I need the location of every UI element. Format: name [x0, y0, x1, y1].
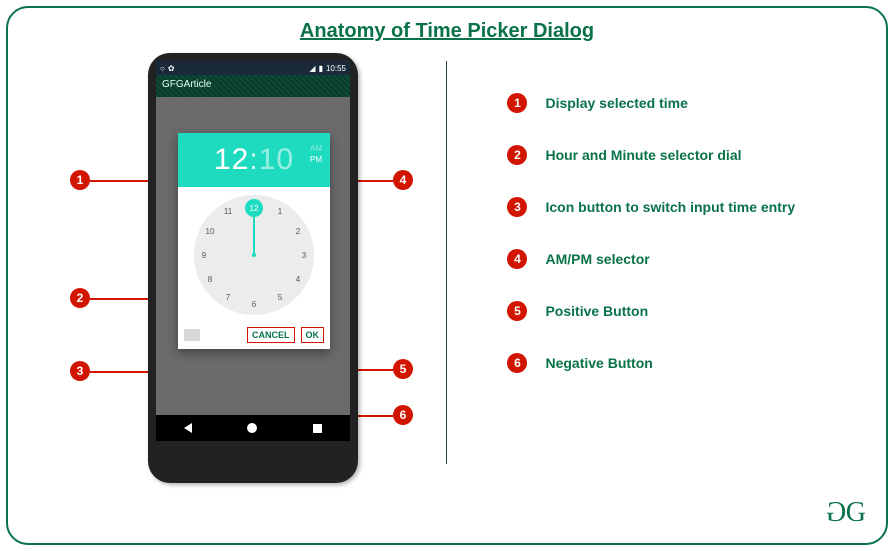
clock-num[interactable]: 1: [274, 207, 286, 216]
diagram-title: Anatomy of Time Picker Dialog: [28, 20, 866, 43]
app-title: GFGArticle: [162, 79, 211, 90]
clock-num[interactable]: 6: [248, 300, 260, 309]
keyboard-icon[interactable]: [184, 329, 200, 341]
left-panel: 1 2 3 4 5 6 ○ ✿: [28, 53, 446, 524]
ampm-selector[interactable]: AM PM: [310, 143, 322, 165]
legend-row-6: 6 Negative Button: [507, 353, 866, 373]
callout-bubble-4: 4: [393, 170, 413, 190]
pm-option[interactable]: PM: [310, 154, 322, 165]
legend-row-5: 5 Positive Button: [507, 301, 866, 321]
cancel-button[interactable]: CANCEL: [247, 327, 295, 343]
clock-num[interactable]: 4: [292, 275, 304, 284]
ok-button[interactable]: OK: [301, 327, 325, 343]
time-display-header[interactable]: 12:10 AM PM: [178, 133, 330, 187]
clock-num[interactable]: 11: [222, 207, 234, 216]
phone-frame: ○ ✿ ◢ ▮ 10:55 GFGArticle: [148, 53, 358, 483]
status-dot-icon: ○: [160, 64, 165, 73]
dialog-actions: CANCEL OK: [178, 323, 330, 349]
phone-screen: ○ ✿ ◢ ▮ 10:55 GFGArticle: [156, 61, 350, 441]
clock-num[interactable]: 10: [204, 227, 216, 236]
callout-bubble-2: 2: [70, 288, 90, 308]
hour-value[interactable]: 12: [214, 143, 249, 176]
legend-text: Icon button to switch input time entry: [545, 199, 795, 215]
clock-dial-wrap: 12 12 1 2 3 4 5 6 7 8 9: [178, 187, 330, 323]
legend-text: Negative Button: [545, 355, 652, 371]
clock-num[interactable]: 8: [204, 275, 216, 284]
nav-home-icon[interactable]: [247, 423, 257, 433]
clock-center: [252, 253, 256, 257]
diagram-frame: Anatomy of Time Picker Dialog 1 2 3 4 5 …: [6, 6, 888, 545]
status-bar: ○ ✿ ◢ ▮ 10:55: [156, 61, 350, 75]
gfg-logo: GG: [830, 497, 862, 529]
legend-bubble: 1: [507, 93, 527, 113]
app-bar: GFGArticle: [156, 75, 350, 97]
battery-icon: ▮: [319, 64, 323, 73]
clock-num[interactable]: 5: [274, 293, 286, 302]
clock-num[interactable]: 3: [298, 251, 310, 260]
clock-num[interactable]: 2: [292, 227, 304, 236]
legend-bubble: 2: [507, 145, 527, 165]
am-option[interactable]: AM: [310, 143, 322, 154]
clock-num[interactable]: 9: [198, 251, 210, 260]
legend-bubble: 3: [507, 197, 527, 217]
status-gear-icon: ✿: [168, 64, 175, 73]
legend-panel: 1 Display selected time 2 Hour and Minut…: [447, 53, 866, 524]
time-digits[interactable]: 12:10: [214, 143, 294, 177]
signal-icon: ◢: [309, 64, 315, 73]
legend-text: AM/PM selector: [545, 251, 649, 267]
callout-bubble-6: 6: [393, 405, 413, 425]
clock-num[interactable]: 7: [222, 293, 234, 302]
callout-bubble-3: 3: [70, 361, 90, 381]
nav-back-icon[interactable]: [184, 423, 192, 433]
legend-text: Positive Button: [545, 303, 648, 319]
nav-recent-icon[interactable]: [313, 424, 322, 433]
callout-bubble-5: 5: [393, 359, 413, 379]
callout-bubble-1: 1: [70, 170, 90, 190]
legend-bubble: 5: [507, 301, 527, 321]
diagram-content: 1 2 3 4 5 6 ○ ✿: [28, 53, 866, 524]
legend-row-1: 1 Display selected time: [507, 93, 866, 113]
time-picker-dialog: 12:10 AM PM 12: [178, 133, 330, 349]
legend-row-2: 2 Hour and Minute selector dial: [507, 145, 866, 165]
legend-row-3: 3 Icon button to switch input time entry: [507, 197, 866, 217]
status-time: 10:55: [326, 64, 346, 73]
legend-row-4: 4 AM/PM selector: [507, 249, 866, 269]
android-nav-bar: [156, 415, 350, 441]
clock-dial[interactable]: 12 12 1 2 3 4 5 6 7 8 9: [194, 195, 314, 315]
legend-bubble: 4: [507, 249, 527, 269]
minute-value[interactable]: 10: [259, 143, 294, 176]
legend-text: Display selected time: [545, 95, 687, 111]
legend-bubble: 6: [507, 353, 527, 373]
legend-text: Hour and Minute selector dial: [545, 147, 741, 163]
